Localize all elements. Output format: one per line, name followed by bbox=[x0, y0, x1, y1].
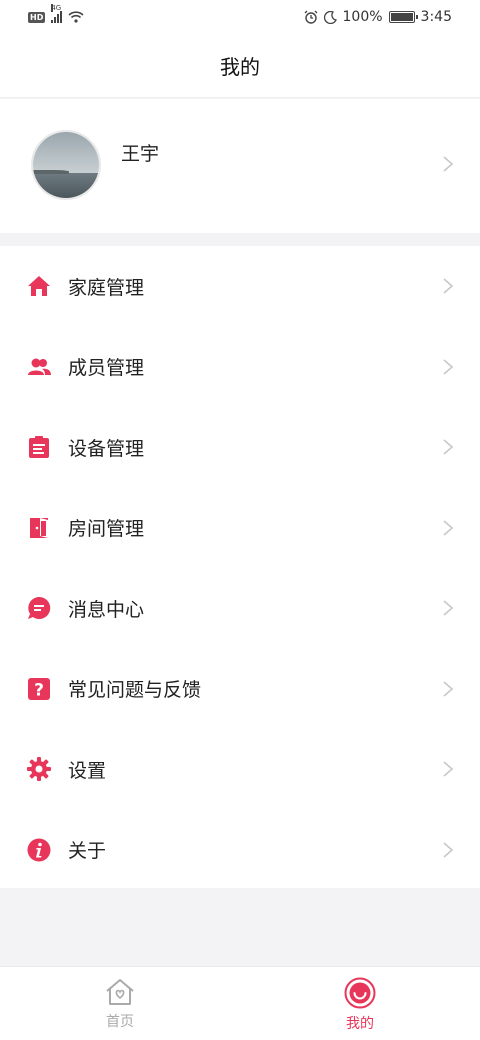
menu-item-home-management[interactable]: 家庭管理 bbox=[0, 246, 480, 327]
menu-item-label: 关于 bbox=[68, 840, 107, 863]
signal-icon: 4G bbox=[51, 4, 63, 23]
alarm-icon bbox=[304, 10, 317, 24]
chevron-right-icon bbox=[443, 358, 454, 375]
chevron-right-icon bbox=[443, 519, 454, 536]
chevron-right-icon bbox=[443, 600, 454, 616]
question-icon: ? bbox=[26, 676, 52, 702]
menu-item-label: 房间管理 bbox=[68, 518, 145, 541]
bottom-tab-bar: 首页 我的 bbox=[0, 966, 480, 1040]
members-icon bbox=[26, 354, 52, 380]
chevron-right-icon bbox=[443, 761, 454, 777]
info-icon bbox=[26, 837, 52, 863]
chevron-right-icon bbox=[443, 439, 454, 455]
battery-percent: 100% bbox=[342, 9, 383, 25]
svg-text:?: ? bbox=[34, 680, 44, 700]
tab-home[interactable]: 首页 bbox=[0, 967, 240, 1040]
chevron-right-icon bbox=[443, 278, 454, 294]
moon-icon bbox=[323, 10, 337, 24]
menu-item-message-center[interactable]: 消息中心 bbox=[0, 568, 480, 649]
chevron-right-icon bbox=[443, 680, 454, 697]
menu-item-room-management[interactable]: 房间管理 bbox=[0, 488, 480, 569]
menu-item-settings[interactable]: 设置 bbox=[0, 729, 480, 810]
title-bar: 我的 bbox=[0, 34, 480, 98]
menu-item-label: 设备管理 bbox=[68, 437, 145, 460]
battery-icon bbox=[388, 11, 418, 23]
tab-label: 我的 bbox=[346, 1016, 374, 1032]
page-title: 我的 bbox=[220, 55, 260, 79]
menu-item-member-management[interactable]: 成员管理 bbox=[0, 327, 480, 408]
status-bar: HD 4G 100% 3:45 bbox=[0, 0, 480, 34]
home-outline-icon bbox=[106, 979, 134, 1005]
menu-list: 家庭管理 成员管理 设备管理 房间管理 消息中心 ? 常见问题与反馈 设置 关于 bbox=[0, 246, 480, 888]
menu-item-label: 常见问题与反馈 bbox=[68, 679, 202, 702]
menu-item-label: 成员管理 bbox=[68, 357, 145, 380]
menu-item-label: 消息中心 bbox=[68, 598, 145, 621]
device-list-icon bbox=[26, 434, 52, 460]
username: 王宇 bbox=[121, 143, 160, 165]
menu-item-about[interactable]: 关于 bbox=[0, 810, 480, 891]
message-icon bbox=[26, 595, 52, 621]
tab-mine[interactable]: 我的 bbox=[240, 967, 480, 1040]
avatar[interactable] bbox=[31, 130, 101, 200]
door-icon bbox=[26, 515, 52, 541]
clock: 3:45 bbox=[420, 9, 452, 25]
hd-badge: HD bbox=[28, 11, 46, 23]
menu-item-label: 家庭管理 bbox=[68, 276, 145, 299]
chevron-right-icon bbox=[443, 841, 454, 858]
menu-item-label: 设置 bbox=[68, 759, 107, 782]
smile-icon bbox=[344, 977, 376, 1009]
menu-item-device-management[interactable]: 设备管理 bbox=[0, 407, 480, 488]
profile-card[interactable]: 王宇 bbox=[0, 99, 480, 233]
chevron-right-icon bbox=[443, 156, 454, 172]
tab-label: 首页 bbox=[106, 1014, 134, 1030]
gear-icon bbox=[26, 756, 52, 782]
home-icon bbox=[26, 273, 52, 299]
wifi-icon bbox=[68, 11, 84, 23]
menu-item-faq-feedback[interactable]: ? 常见问题与反馈 bbox=[0, 649, 480, 730]
